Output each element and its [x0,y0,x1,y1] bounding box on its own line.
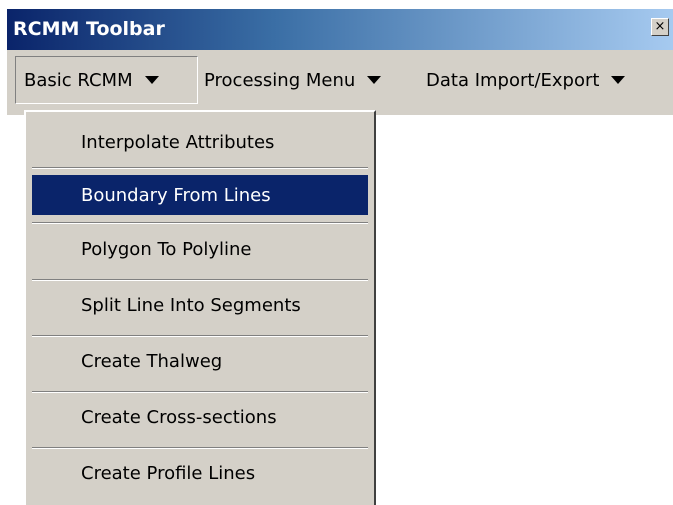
separator [32,335,368,337]
dropdown-arrow-icon [367,76,382,84]
menu-data-import-export[interactable]: Data Import/Export [418,56,668,104]
menu-item-create-profile-lines[interactable]: Create Profile Lines [32,453,368,493]
basic-rcmm-dropdown: Interpolate Attributes Boundary From Lin… [24,110,376,505]
menu-basic-rcmm-label: Basic RCMM [24,69,133,91]
rcmm-toolbar-window: RCMM Toolbar × Basic RCMM Processing Men… [7,9,673,115]
dropdown-arrow-icon [611,76,626,84]
menu-item-label: Create Cross-sections [81,406,277,428]
menu-item-split-line-into-segments[interactable]: Split Line Into Segments [32,285,368,325]
menu-item-boundary-from-lines[interactable]: Boundary From Lines [32,175,368,215]
menu-item-label: Split Line Into Segments [81,294,301,316]
window-title: RCMM Toolbar [13,18,165,40]
menu-item-interpolate-attributes[interactable]: Interpolate Attributes [32,122,368,162]
menu-item-label: Interpolate Attributes [81,131,275,153]
menu-item-label: Boundary From Lines [81,184,271,206]
separator [32,447,368,449]
dropdown-arrow-icon [144,76,159,84]
menu-item-polygon-to-polyline[interactable]: Polygon To Polyline [32,229,368,269]
title-bar[interactable]: RCMM Toolbar × [7,9,673,50]
menu-item-create-thalweg[interactable]: Create Thalweg [32,341,368,381]
menu-item-label: Create Profile Lines [81,462,256,484]
menu-item-create-cross-sections[interactable]: Create Cross-sections [32,397,368,437]
menu-processing-label: Processing Menu [204,69,356,91]
menu-item-label: Polygon To Polyline [81,238,252,260]
separator [32,391,368,393]
menu-bar: Basic RCMM Processing Menu Data Import/E… [7,50,673,115]
menu-processing[interactable]: Processing Menu [196,56,418,104]
separator [32,222,368,224]
close-button[interactable]: × [651,18,669,36]
separator [32,279,368,281]
menu-item-label: Create Thalweg [81,350,223,372]
close-icon: × [654,19,666,34]
menu-data-import-export-label: Data Import/Export [426,69,600,91]
menu-basic-rcmm[interactable]: Basic RCMM [15,56,198,104]
separator [32,167,368,169]
